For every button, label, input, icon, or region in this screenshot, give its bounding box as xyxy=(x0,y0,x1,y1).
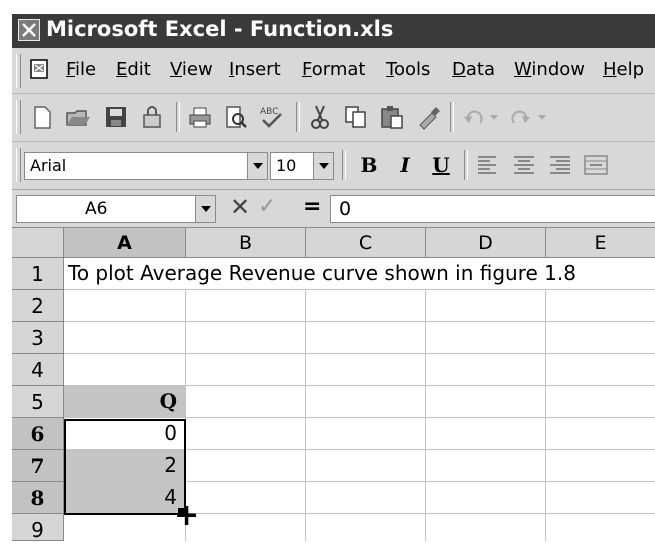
enter-check-icon[interactable]: ✓ xyxy=(258,194,276,219)
open-folder-icon[interactable] xyxy=(64,103,92,131)
row-header-7[interactable]: 7 xyxy=(12,450,64,482)
gridline xyxy=(64,321,655,322)
menubar-grip[interactable] xyxy=(16,54,21,88)
standard-toolbar: ABC xyxy=(12,94,655,142)
chevron-down-icon[interactable] xyxy=(247,153,267,179)
gridline xyxy=(305,258,306,541)
row-header-1[interactable]: 1 xyxy=(12,258,64,290)
crosshair-cursor-icon: + xyxy=(174,498,200,533)
menu-format[interactable]: Format xyxy=(302,59,365,80)
align-right-icon[interactable] xyxy=(546,151,574,179)
redo-dropdown-icon[interactable] xyxy=(538,115,546,120)
save-icon[interactable] xyxy=(102,103,130,131)
font-name-select[interactable]: Arial xyxy=(24,152,268,180)
format-painter-icon[interactable] xyxy=(414,103,442,131)
italic-button[interactable]: I xyxy=(392,151,418,179)
undo-icon[interactable] xyxy=(460,103,488,131)
bold-button[interactable]: B xyxy=(356,151,382,179)
align-left-icon[interactable] xyxy=(474,151,502,179)
formula-value: 0 xyxy=(339,198,352,220)
menu-help[interactable]: Help xyxy=(603,59,644,80)
font-size-value: 10 xyxy=(276,156,297,175)
row-header-4[interactable]: 4 xyxy=(12,354,64,386)
column-header-c[interactable]: C xyxy=(306,228,426,258)
gridline xyxy=(545,258,546,541)
formatting-toolbar: Arial 10 B I U xyxy=(12,142,655,190)
row-header-8[interactable]: 8 xyxy=(12,482,64,514)
align-center-icon[interactable] xyxy=(510,151,538,179)
menu-data[interactable]: Data xyxy=(452,59,495,80)
font-name-value: Arial xyxy=(30,156,67,175)
cancel-icon[interactable]: ✕ xyxy=(230,193,250,221)
gridline xyxy=(425,258,426,541)
edit-formula-button[interactable]: = xyxy=(303,194,321,219)
row-header-5[interactable]: 5 xyxy=(12,386,64,418)
cut-icon[interactable] xyxy=(306,103,334,131)
column-header-e[interactable]: E xyxy=(546,228,655,258)
copy-icon[interactable] xyxy=(342,103,370,131)
name-box[interactable]: A6 xyxy=(16,195,216,223)
row-header-2[interactable]: 2 xyxy=(12,290,64,322)
merge-center-icon[interactable] xyxy=(582,151,610,179)
menu-window[interactable]: Window xyxy=(514,59,585,80)
print-preview-icon[interactable] xyxy=(222,103,250,131)
underline-button[interactable]: U xyxy=(428,151,454,179)
row-header-3[interactable]: 3 xyxy=(12,322,64,354)
new-document-icon[interactable] xyxy=(28,103,56,131)
toolbar-separator xyxy=(176,102,180,132)
redo-icon[interactable] xyxy=(506,103,534,131)
menu-bar: File Edit View Insert Format Tools Data … xyxy=(12,48,655,94)
cell-a5[interactable]: Q xyxy=(64,386,185,417)
menu-view[interactable]: View xyxy=(170,59,213,80)
select-all-corner[interactable] xyxy=(12,228,64,258)
excel-app-icon[interactable] xyxy=(18,19,40,41)
menu-tools[interactable]: Tools xyxy=(386,59,430,80)
print-icon[interactable] xyxy=(186,103,214,131)
selection-range-border xyxy=(64,419,186,515)
title-bar: Microsoft Excel - Function.xls xyxy=(12,14,655,48)
column-header-d[interactable]: D xyxy=(426,228,546,258)
window-title: Microsoft Excel - Function.xls xyxy=(46,17,394,41)
svg-text:ABC: ABC xyxy=(260,107,278,117)
toolbar-grip[interactable] xyxy=(16,148,21,182)
row-header-9[interactable]: 9 xyxy=(12,514,64,542)
spelling-icon[interactable]: ABC xyxy=(258,103,286,131)
menu-insert[interactable]: Insert xyxy=(229,59,281,80)
document-icon[interactable] xyxy=(28,57,52,81)
column-header-b[interactable]: B xyxy=(186,228,306,258)
menu-file[interactable]: File xyxy=(66,59,96,80)
menu-edit[interactable]: Edit xyxy=(116,59,151,80)
toolbar-grip[interactable] xyxy=(16,100,21,134)
worksheet-grid: A B C D E 1 2 3 4 5 6 7 8 9 To plot Aver… xyxy=(12,228,655,542)
toolbar-separator xyxy=(342,150,346,180)
column-header-a[interactable]: A xyxy=(64,228,186,258)
toolbar-separator xyxy=(450,102,454,132)
permission-icon[interactable] xyxy=(138,103,166,131)
chevron-down-icon[interactable] xyxy=(313,153,333,179)
chevron-down-icon[interactable] xyxy=(195,196,215,222)
formula-bar: A6 ✕ ✓ = 0 xyxy=(12,190,655,228)
formula-input[interactable]: 0 xyxy=(330,195,655,223)
row-header-6[interactable]: 6 xyxy=(12,418,64,450)
cell-a1[interactable]: To plot Average Revenue curve shown in f… xyxy=(64,258,655,289)
toolbar-separator xyxy=(296,102,300,132)
paste-icon[interactable] xyxy=(378,103,406,131)
undo-dropdown-icon[interactable] xyxy=(490,115,498,120)
toolbar-separator xyxy=(464,150,468,180)
name-box-value: A6 xyxy=(85,199,108,219)
gridline xyxy=(64,289,655,290)
gridline xyxy=(64,353,655,354)
font-size-select[interactable]: 10 xyxy=(270,152,334,180)
